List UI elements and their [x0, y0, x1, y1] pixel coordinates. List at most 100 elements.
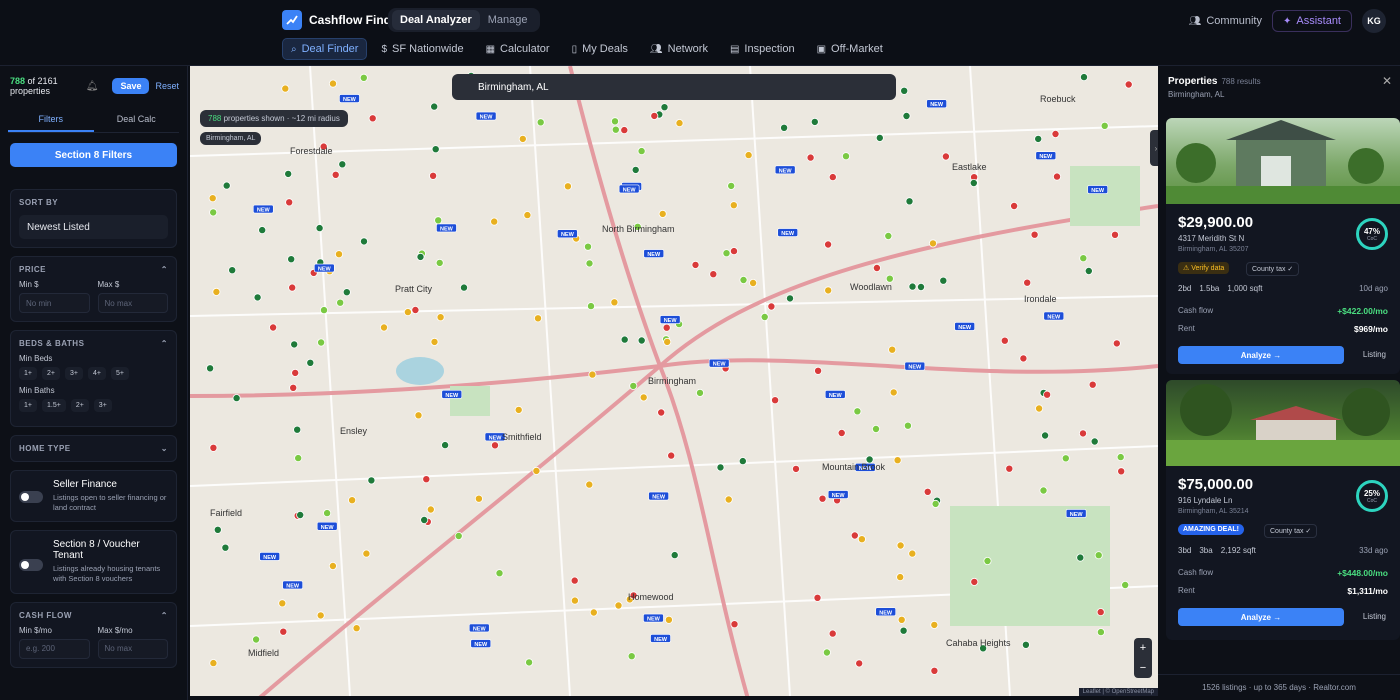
property-pin[interactable] — [850, 531, 859, 540]
property-pin[interactable] — [434, 216, 443, 225]
property-photo[interactable] — [1166, 380, 1400, 466]
property-pin[interactable] — [430, 337, 439, 346]
reset-button[interactable]: Reset — [155, 81, 179, 91]
property-pin[interactable] — [629, 381, 638, 390]
property-pin[interactable] — [610, 117, 619, 126]
property-pin[interactable] — [639, 393, 648, 402]
property-pin[interactable] — [908, 282, 917, 291]
max-cash-input[interactable]: No max — [97, 638, 168, 659]
beds-chip[interactable]: 4+ — [87, 367, 106, 380]
property-pin[interactable] — [786, 294, 795, 303]
analyze-button[interactable]: Analyze → — [1178, 608, 1344, 626]
property-photo[interactable] — [1166, 118, 1400, 204]
map-search-input[interactable]: Birmingham, AL — [452, 74, 896, 100]
property-pin[interactable] — [328, 79, 337, 88]
property-pin[interactable] — [1005, 464, 1014, 473]
property-pin[interactable] — [855, 659, 864, 668]
property-pin[interactable] — [637, 336, 646, 345]
property-pin[interactable] — [1034, 134, 1043, 143]
map-canvas[interactable]: NEW NEW NEW NEW NEW NEW NEW NEW NEW NEW NEW NEW NEW N… — [190, 66, 1158, 696]
property-pin[interactable] — [884, 231, 893, 240]
property-pin[interactable] — [459, 283, 468, 292]
property-pin[interactable] — [903, 421, 912, 430]
property-pin[interactable] — [290, 340, 299, 349]
property-pin[interactable] — [670, 551, 679, 560]
property-pin[interactable] — [269, 323, 278, 332]
property-pin[interactable] — [213, 525, 222, 534]
property-pin[interactable] — [589, 608, 598, 617]
property-pin[interactable] — [289, 383, 298, 392]
property-pin[interactable] — [331, 170, 340, 179]
property-pin[interactable] — [727, 181, 736, 190]
property-pin[interactable] — [436, 313, 445, 322]
property-pin[interactable] — [627, 652, 636, 661]
close-icon[interactable]: ✕ — [1382, 74, 1392, 88]
property-pin[interactable] — [650, 111, 659, 120]
property-pin[interactable] — [328, 561, 337, 570]
property-pin[interactable] — [1041, 431, 1050, 440]
baths-chip[interactable]: 3+ — [93, 399, 112, 412]
property-pin[interactable] — [691, 260, 700, 269]
app-logo[interactable]: Cashflow Finder — [282, 10, 402, 30]
nav-sf-nationwide[interactable]: $ SF Nationwide — [373, 38, 471, 60]
property-pin[interactable] — [771, 396, 780, 405]
property-pin[interactable] — [1084, 266, 1093, 275]
home-type-card[interactable]: HOME TYPE ⌄ — [10, 435, 177, 462]
zoom-in-button[interactable]: + — [1134, 638, 1152, 658]
property-pin[interactable] — [872, 263, 881, 272]
property-pin[interactable] — [368, 114, 377, 123]
property-pin[interactable] — [888, 345, 897, 354]
property-pin[interactable] — [749, 278, 758, 287]
property-pin[interactable] — [1000, 336, 1009, 345]
property-pin[interactable] — [813, 593, 822, 602]
property-pin[interactable] — [662, 323, 671, 332]
property-pin[interactable] — [664, 615, 673, 624]
map-attribution[interactable]: Leaflet | © OpenStreetMap — [1078, 688, 1158, 696]
property-card[interactable]: $29,900.00 4317 Meridith St N Birmingham… — [1166, 118, 1400, 374]
property-pin[interactable] — [426, 505, 435, 514]
section8-toggle[interactable] — [19, 559, 43, 572]
property-pin[interactable] — [899, 626, 908, 635]
nav-network[interactable]: 👥︎ Network — [642, 38, 716, 60]
property-pin[interactable] — [285, 198, 294, 207]
property-pin[interactable] — [792, 464, 801, 473]
beds-chip[interactable]: 2+ — [41, 367, 60, 380]
property-pin[interactable] — [288, 283, 297, 292]
property-pin[interactable] — [317, 338, 326, 347]
property-pin[interactable] — [1116, 453, 1125, 462]
property-pin[interactable] — [828, 629, 837, 638]
property-pin[interactable] — [983, 556, 992, 565]
property-pin[interactable] — [902, 112, 911, 121]
property-pin[interactable] — [222, 181, 231, 190]
property-pin[interactable] — [359, 73, 368, 82]
property-pin[interactable] — [663, 337, 672, 346]
community-link[interactable]: 👥︎ Community — [1189, 15, 1262, 27]
avatar[interactable]: KG — [1362, 9, 1386, 33]
property-pin[interactable] — [1019, 354, 1028, 363]
property-pin[interactable] — [316, 611, 325, 620]
property-pin[interactable] — [536, 118, 545, 127]
nav-calculator[interactable]: ▦ Calculator — [478, 38, 558, 60]
property-pin[interactable] — [917, 282, 926, 291]
property-pin[interactable] — [490, 441, 499, 450]
sort-select[interactable]: Newest Listed — [19, 215, 168, 239]
baths-chip[interactable]: 1+ — [19, 399, 37, 412]
property-pin[interactable] — [435, 258, 444, 267]
property-pin[interactable] — [474, 494, 483, 503]
property-pin[interactable] — [1079, 429, 1088, 438]
property-pin[interactable] — [342, 288, 351, 297]
property-pin[interactable] — [532, 466, 541, 475]
property-pin[interactable] — [278, 599, 287, 608]
property-pin[interactable] — [1023, 278, 1032, 287]
property-pin[interactable] — [614, 601, 623, 610]
property-pin[interactable] — [941, 152, 950, 161]
property-pin[interactable] — [810, 117, 819, 126]
property-pin[interactable] — [338, 160, 347, 169]
property-pin[interactable] — [359, 237, 368, 246]
property-pin[interactable] — [631, 165, 640, 174]
property-pin[interactable] — [352, 624, 361, 633]
property-pin[interactable] — [315, 224, 324, 233]
property-pin[interactable] — [1124, 80, 1133, 89]
property-pin[interactable] — [637, 147, 646, 156]
property-pin[interactable] — [716, 463, 725, 472]
